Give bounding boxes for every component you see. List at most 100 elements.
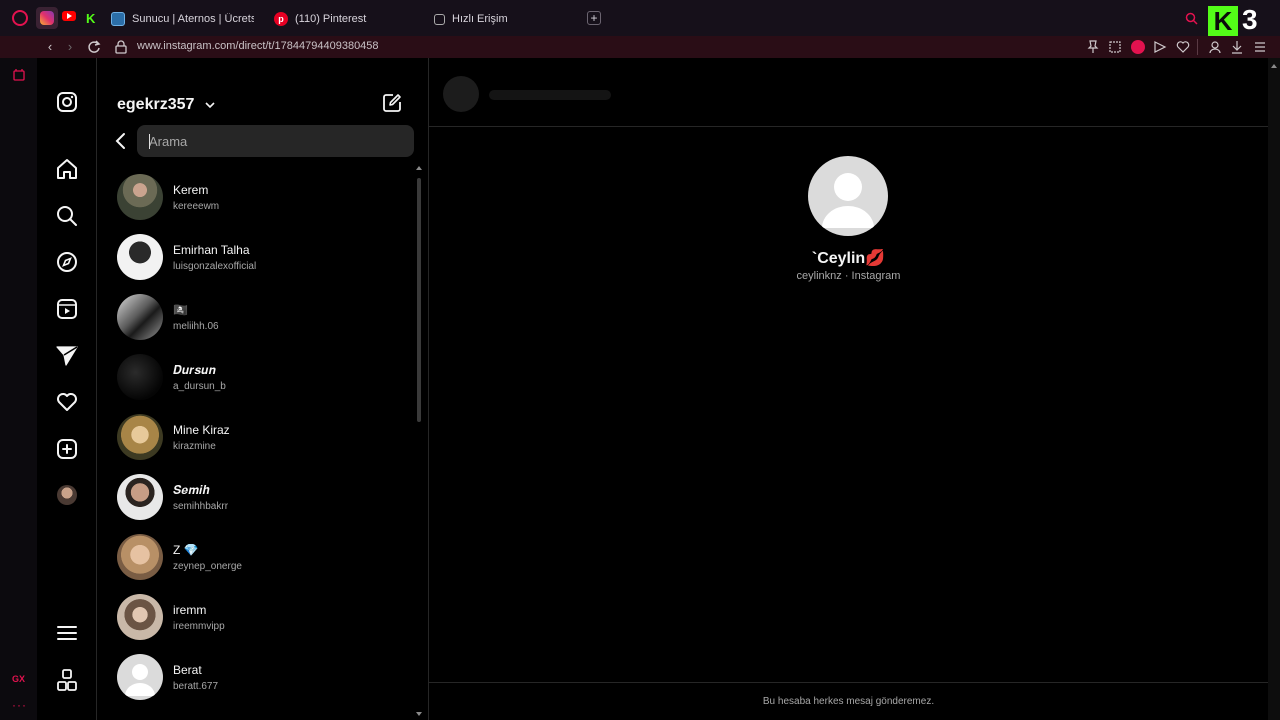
header-name-placeholder [489,90,611,100]
new-tab-button[interactable]: + [587,11,601,25]
conversation-username: ireemmvipp [173,621,225,632]
home-icon[interactable] [54,156,80,182]
conversation-name: 𝑺𝒆𝒎𝒊𝒉 [173,483,210,497]
conversation-name: Z 💎 [173,543,199,557]
scroll-thumb[interactable] [417,178,421,422]
messaging-restriction-notice: Bu hesaba herkes mesaj gönderemez. [762,696,935,707]
new-message-icon[interactable] [381,92,403,114]
conversation-username: luisgonzalexofficial [173,261,257,272]
back-nav-button[interactable]: ‹ [42,39,58,55]
chat-header [429,58,1268,127]
search-input[interactable] [137,125,414,157]
send-to-flow-icon[interactable] [1152,39,1168,55]
conversation-item[interactable]: iremm ireemmvipp [97,588,415,648]
direct-messages-panel: egekrz357 Kerem kereeewm Emirhan Talha luis… [97,58,429,720]
conversation-avatar[interactable] [117,414,163,460]
back-arrow-icon[interactable] [113,131,127,151]
conversation-username: kirazmine [173,441,216,452]
tab-label: Sunucu | Aternos | Ücrets [132,13,254,25]
conversation-avatar[interactable] [117,174,163,220]
messages-paper-plane-icon[interactable] [54,342,80,368]
tab-pinterest[interactable]: p (110) Pinterest [274,8,366,30]
profile-icon[interactable] [1207,39,1223,55]
account-username[interactable]: egekrz357 [117,96,194,114]
download-icon[interactable] [1229,39,1245,55]
speed-dial-icon [434,13,445,25]
conversation-username: beratt.677 [173,681,219,692]
conversation-name: Kerem [173,183,209,197]
opera-logo-icon[interactable] [12,10,28,26]
profile-avatar[interactable] [57,485,77,505]
snapshot-icon[interactable] [1107,39,1123,55]
conversation-name: Emirhan Talha [173,243,250,257]
notifications-heart-icon[interactable] [54,389,80,415]
instagram-icon [40,11,54,25]
conversation-username: semihhbakrr [173,501,229,512]
more-menu-icon[interactable] [54,620,80,646]
conversation-avatar[interactable] [117,294,163,340]
sidebar-more-icon[interactable]: ··· [12,698,27,712]
header-avatar-placeholder [443,76,479,112]
tab-speed-dial[interactable]: Hızlı Erişim [434,8,508,30]
k3-overlay-logo: K [1208,6,1238,36]
profile-avatar-default[interactable] [808,156,888,236]
conversation-name: 𝑫𝒖𝒓𝒔𝒖𝒏 [173,363,216,377]
conversation-item[interactable]: Kerem kereeewm [97,168,415,228]
conversation-avatar[interactable] [117,354,163,400]
conversation-item[interactable]: 🏴‍☠️ meliihh.06 [97,288,415,348]
reels-icon[interactable] [54,296,80,322]
conversation-item[interactable]: 𝑫𝒖𝒓𝒔𝒖𝒏 a_dursun_b [97,348,415,408]
explore-compass-icon[interactable] [54,249,80,275]
gx-control-icon[interactable] [12,68,26,82]
conversation-avatar[interactable] [117,594,163,640]
toolbar-divider [1197,39,1198,55]
conversation-item[interactable]: Berat beratt.677 [97,648,415,708]
scroll-up-arrow-icon[interactable] [416,166,422,170]
profile-subtitle: ceylinknz · Instagram [796,270,901,282]
conversation-avatar[interactable] [117,654,163,700]
page-scroll-up-icon[interactable] [1271,64,1277,68]
browser-tab-bar: K Sunucu | Aternos | Ücrets p (110) Pint… [0,0,1280,36]
forward-nav-button[interactable]: › [62,39,78,55]
conversation-avatar[interactable] [117,234,163,280]
vpn-icon[interactable] [1131,40,1145,54]
conversation-avatar[interactable] [117,474,163,520]
easy-setup-menu-icon[interactable] [1252,39,1268,55]
instagram-nav [37,58,97,720]
tab-youtube[interactable] [62,11,76,21]
scroll-down-arrow-icon[interactable] [416,712,422,716]
tab-kick[interactable]: K [86,10,100,26]
instagram-logo-icon[interactable] [54,89,80,115]
chat-footer: Bu hesaba herkes mesaj gönderemez. [429,682,1268,720]
conversation-item[interactable]: 𝑺𝒆𝒎𝒊𝒉 semihhbakrr [97,468,415,528]
gx-label[interactable]: GX [12,674,25,684]
k3-overlay-number: 3 [1242,4,1258,35]
conversation-username: kereeewm [173,201,220,212]
search-tabs-icon[interactable] [1185,12,1198,25]
chat-pane: `Ceylin💋 ceylinknz · Instagram Bu hesaba… [429,58,1268,720]
reload-icon[interactable] [86,39,102,55]
pin-icon[interactable] [1085,39,1101,55]
conversation-username: a_dursun_b [173,381,226,392]
url-text[interactable]: www.instagram.com/direct/t/1784479440938… [137,40,379,52]
tab-instagram[interactable] [36,7,58,29]
conversation-scrollbar[interactable] [415,166,423,718]
conversation-avatar[interactable] [117,534,163,580]
chevron-down-icon[interactable] [204,99,216,111]
create-plus-icon[interactable] [54,436,80,462]
conversation-item[interactable]: Mine Kiraz kirazmine [97,408,415,468]
pinterest-icon: p [274,12,288,26]
conversation-name: Berat [173,663,202,677]
conversation-item[interactable]: Emirhan Talha luisgonzalexofficial [97,228,415,288]
youtube-icon [67,13,72,19]
tab-label: Hızlı Erişim [452,13,508,25]
page-scrollbar[interactable] [1268,58,1280,720]
heart-bookmark-icon[interactable] [1175,39,1191,55]
tab-aternos[interactable]: Sunucu | Aternos | Ücrets [111,8,254,30]
search-icon[interactable] [54,203,80,229]
address-bar: ‹ › www.instagram.com/direct/t/178447944… [0,36,1280,58]
also-from-meta-icon[interactable] [54,667,80,693]
lock-icon[interactable] [113,39,129,55]
conversation-item[interactable]: Z 💎 zeynep_onerge [97,528,415,588]
browser-sidebar: GX ··· [0,58,37,720]
